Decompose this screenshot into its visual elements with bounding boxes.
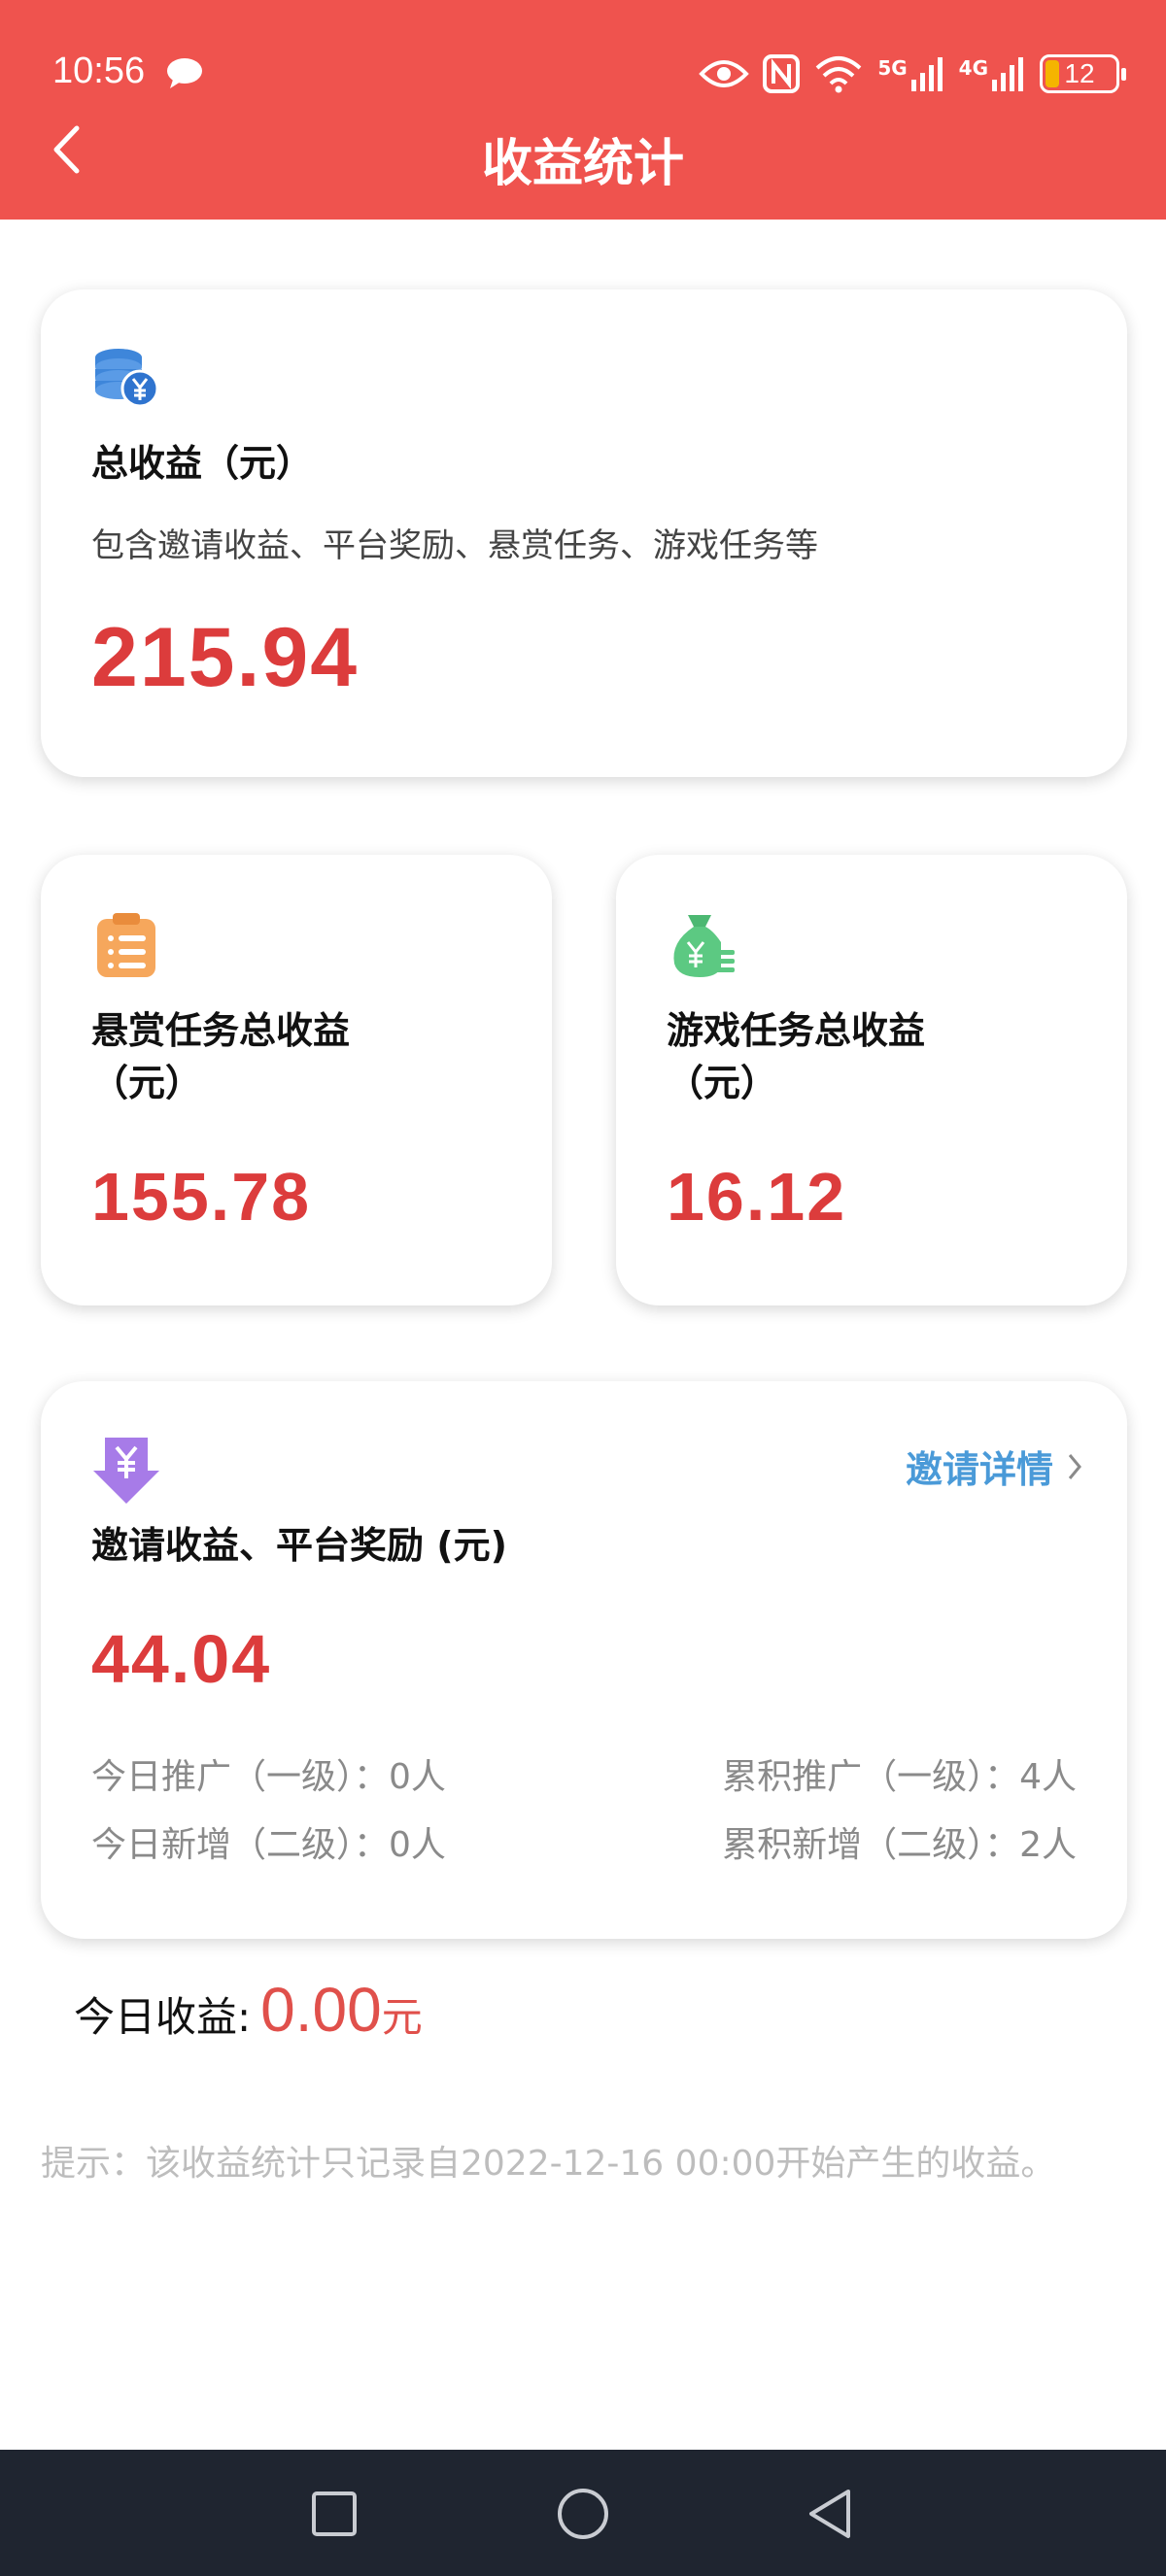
bounty-earnings-card[interactable]: 悬赏任务总收益 （元） 155.78 (41, 855, 552, 1305)
status-time: 10:56 (52, 51, 146, 91)
today-promote-stat: 今日推广（一级）：0人 (91, 1757, 446, 1797)
invite-details-label: 邀请详情 (905, 1448, 1053, 1491)
today-earnings-value: 0.00 (260, 1975, 382, 2045)
recent-apps-button[interactable] (303, 2483, 365, 2545)
invite-earnings-title: 邀请收益、平台奖励 (元) (91, 1524, 507, 1567)
today-earnings-unit: 元 (381, 1993, 423, 2041)
invite-details-link[interactable]: 邀请详情 (906, 1440, 1082, 1493)
bounty-earnings-unit: （元） (91, 1062, 203, 1104)
chevron-right-icon (1068, 1453, 1081, 1479)
invite-earnings-amount: 44.04 (91, 1621, 272, 1697)
signal-4g-icon: 4G (959, 56, 1026, 91)
page-title: 收益统计 (481, 135, 684, 193)
yuan-down-arrow-icon (91, 1436, 161, 1506)
bounty-earnings-amount: 155.78 (91, 1159, 312, 1235)
battery-level: 12 (1064, 58, 1095, 88)
battery-indicator: 12 (1040, 54, 1126, 93)
app-header: 10:56 5G 4G 12 收益统计 (0, 0, 1166, 220)
invite-earnings-card: 邀请详情 邀请收益、平台奖励 (元) 44.04 今日推广（一级）：0人 今日新… (41, 1381, 1127, 1939)
message-icon (165, 56, 204, 89)
money-bag-icon (667, 909, 737, 979)
game-earnings-amount: 16.12 (667, 1159, 847, 1235)
total-earnings-amount: 215.94 (91, 611, 360, 704)
game-earnings-unit: （元） (667, 1062, 778, 1104)
wifi-icon (813, 54, 864, 93)
circle-icon (558, 2489, 608, 2539)
total-new-stat: 累积新增（二级）：2人 (722, 1825, 1077, 1865)
tip-text: 提示：该收益统计只记录自2022-12-16 00:00开始产生的收益。 (41, 2144, 1056, 2184)
eye-icon (699, 58, 750, 89)
square-icon (312, 2491, 357, 2536)
coins-yuan-icon (91, 344, 161, 414)
triangle-back-icon (809, 2490, 850, 2538)
total-earnings-title: 总收益（元） (91, 442, 314, 485)
total-earnings-subtitle: 包含邀请收益、平台奖励、悬赏任务、游戏任务等 (91, 526, 818, 565)
clipboard-list-icon (91, 909, 161, 979)
home-button[interactable] (552, 2483, 614, 2545)
today-earnings-row: 今日收益: 0.00 元 (74, 1974, 423, 2046)
total-promote-stat: 累积推广（一级）：4人 (722, 1757, 1077, 1797)
game-earnings-title: 游戏任务总收益 (667, 1009, 926, 1052)
nfc-icon (763, 54, 801, 93)
today-earnings-label: 今日收益: (74, 1993, 252, 2041)
game-earnings-card[interactable]: 游戏任务总收益 （元） 16.12 (616, 855, 1127, 1305)
total-earnings-card: 总收益（元） 包含邀请收益、平台奖励、悬赏任务、游戏任务等 215.94 (41, 289, 1127, 777)
back-nav-button[interactable] (799, 2483, 861, 2545)
signal-5g-icon: 5G (877, 56, 944, 91)
system-navbar (0, 2450, 1166, 2576)
network-5g-label: 5G (877, 56, 908, 80)
status-icons: 5G 4G 12 (699, 51, 1126, 97)
network-4g-label: 4G (958, 56, 988, 80)
bounty-earnings-title: 悬赏任务总收益 (91, 1009, 351, 1052)
today-new-stat: 今日新增（二级）：0人 (91, 1825, 446, 1865)
